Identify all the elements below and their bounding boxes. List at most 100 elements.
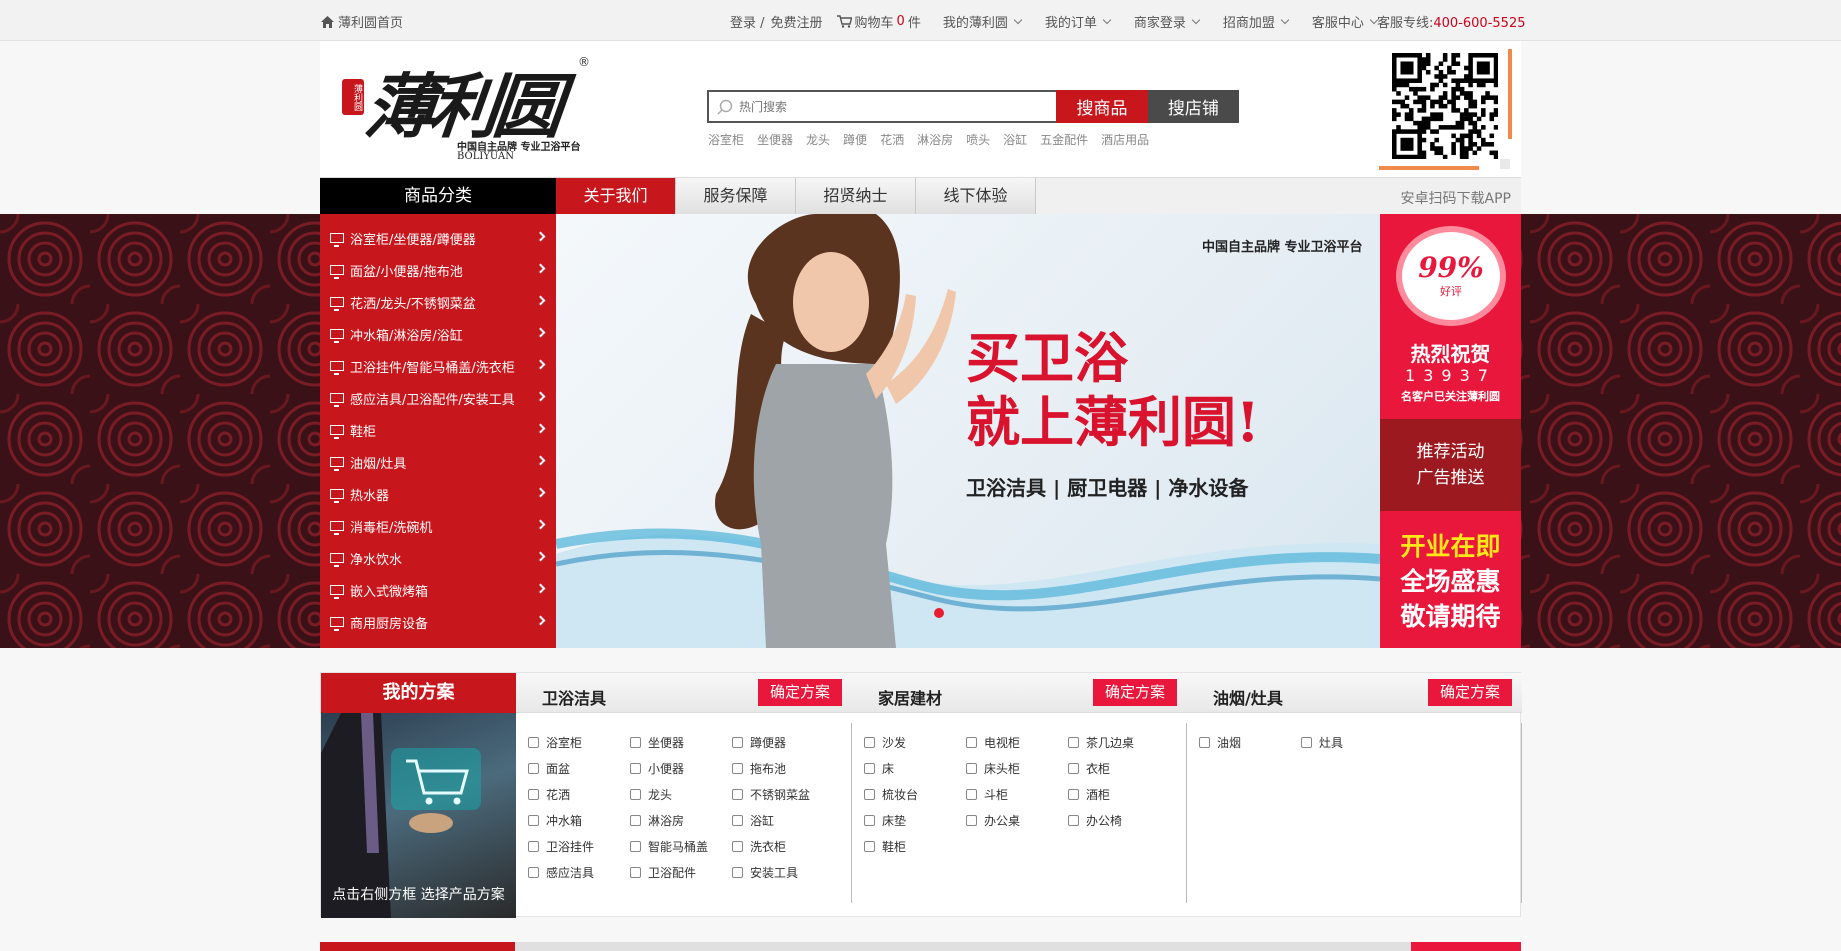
carousel-dot[interactable] — [934, 608, 944, 618]
plan-checkbox[interactable]: 办公桌 — [966, 812, 1068, 829]
plan-checkbox[interactable]: 坐便器 — [630, 734, 732, 751]
plan-checkbox[interactable]: 浴室柜 — [528, 734, 630, 751]
my-orders-menu[interactable]: 我的订单 — [1045, 12, 1112, 31]
app-download-link[interactable]: 安卓扫码下载APP — [1401, 188, 1511, 208]
chevron-right-icon — [535, 295, 546, 306]
plan-checkbox[interactable]: 不锈钢菜盆 — [732, 786, 834, 803]
hot-keyword[interactable]: 喷头 — [966, 131, 990, 148]
plan-checkbox[interactable]: 感应洁具 — [528, 864, 630, 881]
plan-checkbox[interactable]: 面盆 — [528, 760, 630, 777]
tab-offline[interactable]: 线下体验 — [916, 178, 1036, 214]
category-item[interactable]: 商用厨房设备 — [320, 606, 556, 638]
tab-service[interactable]: 服务保障 — [676, 178, 796, 214]
qr-module — [1425, 53, 1431, 58]
home-link[interactable]: 薄利圆首页 — [321, 12, 403, 31]
qr-module — [1464, 74, 1469, 79]
site-logo[interactable]: 薄利圆 薄利圆 ® 中国自主品牌 专业卫浴平台 BOLIYUAN — [340, 51, 590, 163]
tab-about[interactable]: 关于我们 — [556, 178, 676, 214]
join-menu[interactable]: 招商加盟 — [1223, 12, 1290, 31]
category-item[interactable]: 冲水箱/淋浴房/浴缸 — [320, 318, 556, 350]
hot-keyword[interactable]: 蹲便 — [843, 131, 867, 148]
category-item[interactable]: 浴室柜/坐便器/蹲便器 — [320, 222, 556, 254]
qr-module — [1404, 65, 1410, 71]
category-item[interactable]: 消毒柜/洗碗机 — [320, 510, 556, 542]
plan-checkbox[interactable]: 龙头 — [630, 786, 732, 803]
plan-checkbox[interactable]: 花洒 — [528, 786, 630, 803]
plan-checkbox[interactable]: 床头柜 — [966, 760, 1068, 777]
plan-group-title: 油烟/灶具 — [1213, 689, 1283, 708]
opening-promo[interactable]: 开业在即 全场盛惠 敬请期待 — [1380, 511, 1521, 648]
plan-checkbox[interactable]: 梳妆台 — [864, 786, 966, 803]
plan-checkbox[interactable]: 小便器 — [630, 760, 732, 777]
plan-checkbox[interactable]: 茶几边桌 — [1068, 734, 1170, 751]
confirm-plan-button[interactable]: 确定方案 — [1427, 679, 1512, 706]
plan-checkbox[interactable]: 油烟 — [1199, 734, 1301, 751]
cart-link[interactable]: 购物车 0 件 — [836, 12, 921, 31]
hot-keyword[interactable]: 酒店用品 — [1101, 131, 1149, 148]
plan-checkbox[interactable]: 沙发 — [864, 734, 966, 751]
activity-promo-line2: 广告推送 — [1416, 468, 1485, 488]
activity-promo[interactable]: 推荐活动 广告推送 — [1380, 419, 1521, 511]
qr-module — [1421, 150, 1427, 156]
category-item[interactable]: 面盆/小便器/拖布池 — [320, 254, 556, 286]
plan-checkbox[interactable]: 蹲便器 — [732, 734, 834, 751]
qr-module — [1455, 137, 1461, 143]
hot-keyword[interactable]: 五金配件 — [1040, 131, 1088, 148]
plan-checkbox[interactable]: 安装工具 — [732, 864, 834, 881]
confirm-plan-button[interactable]: 确定方案 — [757, 679, 842, 706]
hot-keyword[interactable]: 龙头 — [806, 131, 830, 148]
rating-promo[interactable]: 99% 好评 热烈祝贺 13937 名客户已关注薄利圆 — [1380, 214, 1521, 419]
plan-checkbox[interactable]: 酒柜 — [1068, 786, 1170, 803]
qr-module — [1434, 150, 1439, 156]
category-item[interactable]: 嵌入式微烤箱 — [320, 574, 556, 606]
register-link[interactable]: 免费注册 — [771, 12, 823, 31]
search-goods-button[interactable]: 搜商品 — [1056, 90, 1148, 123]
hot-keyword[interactable]: 浴室柜 — [708, 131, 744, 148]
checkbox-icon — [732, 736, 743, 748]
plan-checkbox[interactable]: 智能马桶盖 — [630, 838, 732, 855]
plan-checkbox[interactable]: 卫浴配件 — [630, 864, 732, 881]
plan-checkbox[interactable]: 洗衣柜 — [732, 838, 834, 855]
tab-careers[interactable]: 招贤纳士 — [796, 178, 916, 214]
hero-subheadline: 卫浴洁具 | 厨卫电器 | 净水设备 — [966, 476, 1249, 500]
plan-checkbox[interactable]: 冲水箱 — [528, 812, 630, 829]
plan-checkbox[interactable]: 办公椅 — [1068, 812, 1170, 829]
category-item[interactable]: 油烟/灶具 — [320, 446, 556, 478]
plan-checkbox[interactable]: 衣柜 — [1068, 760, 1170, 777]
plan-checkbox[interactable]: 床垫 — [864, 812, 966, 829]
hot-keyword[interactable]: 坐便器 — [757, 131, 793, 148]
plan-checkbox[interactable]: 浴缸 — [732, 812, 834, 829]
category-item[interactable]: 热水器 — [320, 478, 556, 510]
plan-checkbox[interactable]: 灶具 — [1301, 734, 1403, 751]
hot-keyword[interactable]: 花洒 — [880, 131, 904, 148]
qr-module — [1408, 146, 1414, 151]
plan-checkbox[interactable]: 卫浴挂件 — [528, 838, 630, 855]
chevron-right-icon — [535, 391, 546, 402]
plan-checkbox[interactable]: 拖布池 — [732, 760, 834, 777]
merchant-login-menu[interactable]: 商家登录 — [1134, 12, 1201, 31]
category-item[interactable]: 鞋柜 — [320, 414, 556, 446]
plan-option-label: 浴缸 — [750, 813, 775, 828]
confirm-plan-button[interactable]: 确定方案 — [1092, 679, 1177, 706]
plan-checkbox[interactable]: 淋浴房 — [630, 812, 732, 829]
my-site-menu[interactable]: 我的薄利圆 — [943, 12, 1023, 31]
plan-checkbox[interactable]: 斗柜 — [966, 786, 1068, 803]
service-label: 客服中心 — [1311, 16, 1364, 31]
plan-checkbox[interactable]: 鞋柜 — [864, 838, 966, 855]
hot-keyword[interactable]: 淋浴房 — [917, 131, 953, 148]
search-input[interactable] — [739, 99, 1039, 114]
category-item[interactable]: 花洒/龙头/不锈钢菜盆 — [320, 286, 556, 318]
plan-checkbox[interactable]: 电视柜 — [966, 734, 1068, 751]
category-item[interactable]: 感应洁具/卫浴配件/安装工具 — [320, 382, 556, 414]
search-shop-button[interactable]: 搜店铺 — [1147, 90, 1239, 123]
hero-carousel[interactable]: 中国自主品牌 专业卫浴平台 买卫浴 就上薄利圆! 卫浴洁具 | 厨卫电器 | 净… — [556, 214, 1380, 648]
qr-accent-bar — [1508, 49, 1512, 139]
login-link[interactable]: 登录 / — [730, 12, 765, 31]
service-menu[interactable]: 客服中心 — [1312, 12, 1379, 31]
category-item[interactable]: 卫浴挂件/智能马桶盖/洗衣柜 — [320, 350, 556, 382]
qr-module — [1434, 146, 1439, 151]
hot-keyword[interactable]: 浴缸 — [1003, 131, 1027, 148]
plan-checkbox[interactable]: 床 — [864, 760, 966, 777]
category-header[interactable]: 商品分类 — [320, 178, 556, 214]
category-item[interactable]: 净水饮水 — [320, 542, 556, 574]
